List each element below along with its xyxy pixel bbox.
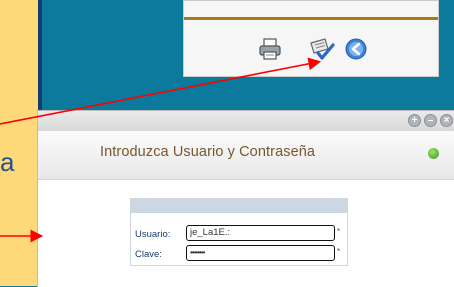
username-label: Usuario: xyxy=(135,229,171,240)
window-titlebar: + – × xyxy=(38,111,454,131)
side-panel xyxy=(0,0,42,286)
toolbar-card xyxy=(183,0,439,77)
password-input[interactable]: •••••••• xyxy=(186,245,335,261)
minimize-icon[interactable]: – xyxy=(424,114,437,127)
password-label: Clave: xyxy=(135,249,162,260)
required-mark: * xyxy=(337,227,341,236)
close-icon[interactable]: × xyxy=(440,114,453,127)
status-ok-icon xyxy=(428,148,439,159)
username-input[interactable]: je_La1E.: xyxy=(186,225,335,241)
back-arrow-icon[interactable] xyxy=(344,37,368,61)
printer-icon[interactable] xyxy=(258,37,282,61)
side-text: a xyxy=(0,147,15,177)
edit-check-icon[interactable] xyxy=(308,37,335,61)
login-form: Usuario: je_La1E.: * Clave: •••••••• * xyxy=(130,198,348,266)
form-header-bar xyxy=(131,199,347,213)
toolbar-divider xyxy=(184,17,438,20)
add-icon[interactable]: + xyxy=(408,114,421,127)
login-title: Introduzca Usuario y Contraseña xyxy=(100,144,316,160)
required-mark: * xyxy=(337,247,341,256)
